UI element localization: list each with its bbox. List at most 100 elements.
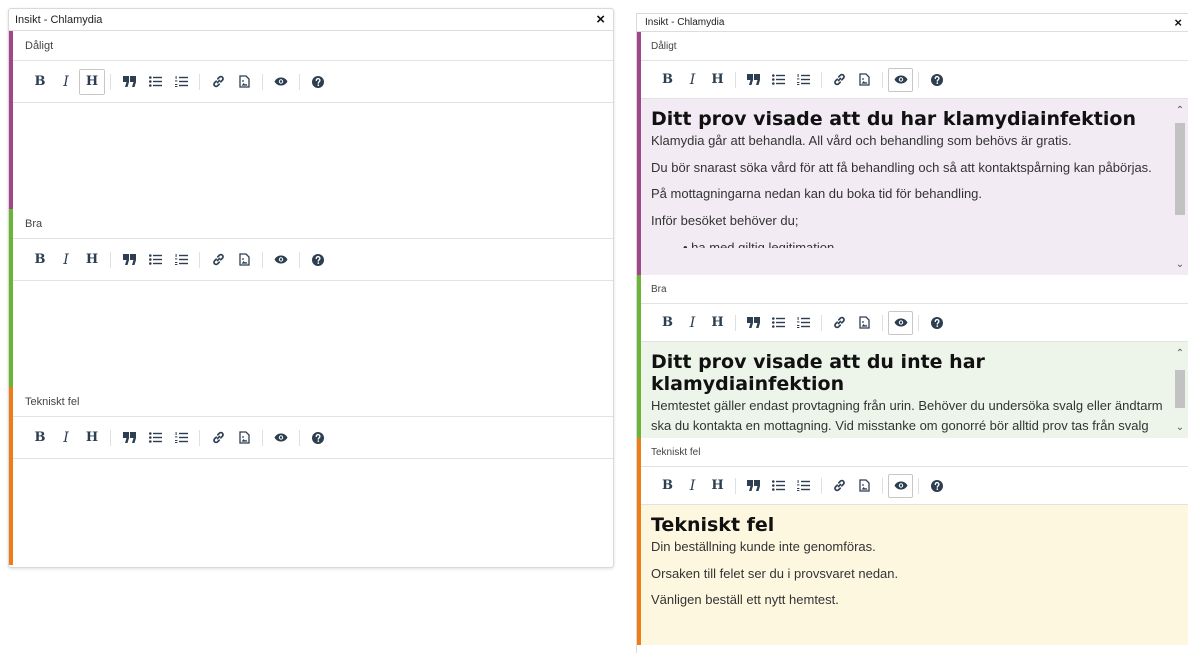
heading-icon[interactable]: H [79, 68, 105, 95]
heading-icon[interactable]: H [705, 311, 730, 335]
close-icon[interactable]: × [596, 12, 605, 27]
preview-paragraph: Din beställning kunde inte genomföras. [651, 538, 876, 554]
toolbar-separator [918, 477, 919, 494]
image-icon[interactable] [231, 69, 257, 95]
preview-heading: Ditt prov visade att du inte har klamydi… [651, 351, 985, 395]
editor-panel-right: Insikt - Chlamydia × Dåligt BIH Ditt pro… [636, 13, 1188, 653]
image-icon[interactable] [231, 247, 257, 273]
heading-icon[interactable]: H [705, 474, 730, 498]
section-label: Dåligt [641, 32, 1188, 61]
unordered-list-icon[interactable] [142, 425, 168, 451]
quote-icon[interactable] [116, 247, 142, 273]
preview-heading: Ditt prov visade att du har klamydiainfe… [651, 108, 1136, 130]
preview-paragraph: Du bör snarast söka vård för att få beha… [651, 159, 1152, 175]
section-label: Bra [641, 275, 1188, 304]
heading-icon[interactable]: H [705, 68, 730, 92]
italic-icon[interactable]: I [53, 69, 79, 95]
quote-icon[interactable] [741, 311, 766, 335]
link-icon[interactable] [205, 425, 231, 451]
markdown-toolbar: BIH [13, 239, 613, 281]
italic-icon[interactable]: I [680, 68, 705, 92]
scroll-up-icon[interactable]: ⌃ [1174, 348, 1186, 360]
toolbar-separator [299, 73, 300, 90]
link-icon[interactable] [205, 247, 231, 273]
scroll-down-icon[interactable]: ⌄ [1174, 259, 1186, 271]
bold-icon[interactable]: B [27, 69, 53, 95]
quote-icon[interactable] [741, 474, 766, 498]
markdown-preview-tekniskt-fel[interactable]: Tekniskt fel Din beställning kunde inte … [641, 505, 1188, 645]
link-icon[interactable] [205, 69, 231, 95]
ordered-list-icon[interactable] [791, 474, 816, 498]
preview-eye-icon[interactable] [268, 425, 294, 451]
vertical-scrollbar[interactable]: ⌃ ⌄ [1174, 105, 1186, 271]
quote-icon[interactable] [116, 69, 142, 95]
preview-paragraph: Inför besöket behöver du; [651, 213, 799, 229]
unordered-list-icon[interactable] [766, 474, 791, 498]
link-icon[interactable] [827, 68, 852, 92]
image-icon[interactable] [852, 474, 877, 498]
quote-icon[interactable] [116, 425, 142, 451]
section-daligt: Dåligt BIH [9, 31, 613, 209]
unordered-list-icon[interactable] [142, 247, 168, 273]
toolbar-separator [199, 251, 200, 268]
italic-icon[interactable]: I [53, 247, 79, 273]
markdown-editor-daligt[interactable] [13, 103, 613, 209]
bold-icon[interactable]: B [27, 425, 53, 451]
scrollbar-thumb[interactable] [1175, 123, 1185, 215]
bold-icon[interactable]: B [655, 474, 680, 498]
help-icon[interactable] [305, 425, 331, 451]
section-tekniskt-fel: Tekniskt fel BIH Tekniskt fel Din bestäl… [637, 438, 1188, 645]
ordered-list-icon[interactable] [168, 425, 194, 451]
preview-eye-icon[interactable] [268, 247, 294, 273]
ordered-list-icon[interactable] [168, 247, 194, 273]
ordered-list-icon[interactable] [791, 311, 816, 335]
preview-eye-icon[interactable] [888, 310, 913, 335]
preview-eye-icon[interactable] [888, 473, 913, 498]
unordered-list-icon[interactable] [766, 311, 791, 335]
markdown-toolbar: BIH [13, 61, 613, 103]
markdown-editor-tekniskt-fel[interactable] [13, 459, 613, 565]
bold-icon[interactable]: B [27, 247, 53, 273]
help-icon[interactable] [305, 247, 331, 273]
heading-icon[interactable]: H [79, 425, 105, 451]
toolbar-separator [882, 71, 883, 88]
markdown-preview-daligt[interactable]: Ditt prov visade att du har klamydiainfe… [641, 99, 1188, 275]
help-icon[interactable] [305, 69, 331, 95]
scrollbar-thumb[interactable] [1175, 370, 1185, 408]
help-icon[interactable] [924, 68, 949, 92]
close-icon[interactable]: × [1174, 16, 1182, 29]
markdown-toolbar: BIH [641, 61, 1188, 99]
toolbar-separator [735, 314, 736, 331]
preview-list-item: • ha med giltig legitimation [683, 240, 835, 249]
italic-icon[interactable]: I [53, 425, 79, 451]
scroll-down-icon[interactable]: ⌄ [1174, 422, 1186, 434]
help-icon[interactable] [924, 311, 949, 335]
section-label: Tekniskt fel [641, 438, 1188, 467]
help-icon[interactable] [924, 474, 949, 498]
image-icon[interactable] [852, 311, 877, 335]
vertical-scrollbar[interactable]: ⌃ ⌄ [1174, 348, 1186, 434]
unordered-list-icon[interactable] [142, 69, 168, 95]
image-icon[interactable] [852, 68, 877, 92]
ordered-list-icon[interactable] [791, 68, 816, 92]
ordered-list-icon[interactable] [168, 69, 194, 95]
image-icon[interactable] [231, 425, 257, 451]
preview-heading: Tekniskt fel [651, 514, 775, 536]
bold-icon[interactable]: B [655, 311, 680, 335]
section-label: Dåligt [13, 31, 613, 61]
preview-eye-icon[interactable] [888, 67, 913, 92]
markdown-preview-bra[interactable]: Ditt prov visade att du inte har klamydi… [641, 342, 1188, 438]
bold-icon[interactable]: B [655, 68, 680, 92]
markdown-editor-bra[interactable] [13, 281, 613, 387]
preview-paragraph: På mottagningarna nedan kan du boka tid … [651, 186, 983, 202]
heading-icon[interactable]: H [79, 247, 105, 273]
italic-icon[interactable]: I [680, 311, 705, 335]
scroll-up-icon[interactable]: ⌃ [1174, 105, 1186, 117]
section-bra: Bra BIH Ditt prov visade att du inte har… [637, 275, 1188, 438]
link-icon[interactable] [827, 311, 852, 335]
unordered-list-icon[interactable] [766, 68, 791, 92]
quote-icon[interactable] [741, 68, 766, 92]
italic-icon[interactable]: I [680, 474, 705, 498]
link-icon[interactable] [827, 474, 852, 498]
preview-eye-icon[interactable] [268, 69, 294, 95]
